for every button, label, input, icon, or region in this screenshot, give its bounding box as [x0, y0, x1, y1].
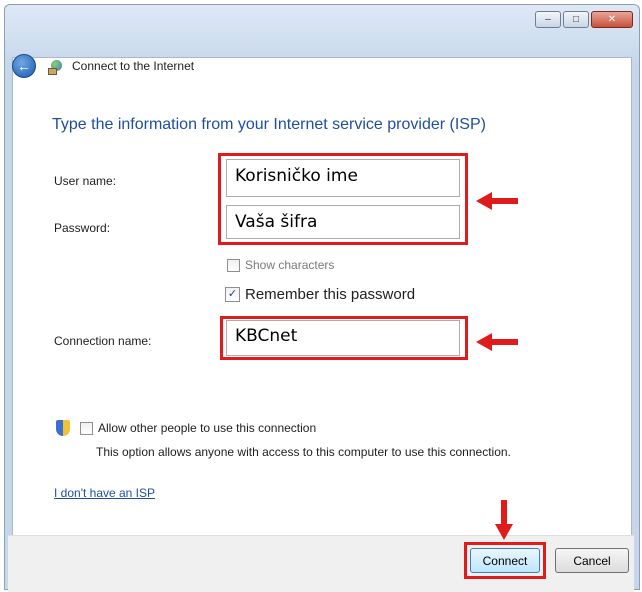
back-arrow-icon[interactable]: ← — [12, 54, 36, 78]
allow-others-checkbox[interactable]: Allow other people to use this connectio… — [80, 421, 316, 435]
annotation-arrow-left-icon — [476, 192, 518, 210]
checkbox-box-checked[interactable]: ✓ — [225, 287, 240, 302]
page-heading: Type the information from your Internet … — [52, 116, 486, 133]
network-icon — [48, 58, 64, 75]
annotation-arrow-left-icon — [476, 333, 518, 351]
show-characters-checkbox[interactable]: Show characters — [227, 258, 334, 272]
allow-others-description: This option allows anyone with access to… — [96, 445, 511, 459]
minimize-button[interactable]: – — [535, 11, 561, 28]
title-row: ← Connect to the Internet — [12, 54, 194, 78]
window-controls: – □ ✕ — [535, 11, 633, 28]
remember-password-checkbox[interactable]: ✓ Remember this password — [225, 286, 415, 303]
no-isp-link[interactable]: I don't have an ISP — [54, 486, 155, 500]
connection-name-label: Connection name: — [54, 334, 152, 348]
connect-button[interactable]: Connect — [470, 548, 540, 573]
dialog-title: Connect to the Internet — [72, 59, 195, 73]
checkbox-box[interactable] — [227, 258, 240, 272]
show-characters-label: Show characters — [245, 258, 335, 272]
close-button[interactable]: ✕ — [591, 11, 633, 28]
shield-icon — [56, 420, 70, 436]
password-label: Password: — [54, 221, 111, 235]
maximize-button[interactable]: □ — [563, 11, 589, 28]
cancel-button[interactable]: Cancel — [555, 548, 629, 573]
highlight-box-credentials — [218, 153, 468, 245]
user-name-label: User name: — [54, 174, 117, 188]
remember-password-label: Remember this password — [245, 286, 416, 303]
annotation-arrow-down-icon — [495, 500, 513, 540]
cable-icon — [48, 68, 57, 75]
checkbox-box[interactable] — [80, 421, 93, 435]
allow-others-label: Allow other people to use this connectio… — [98, 421, 317, 435]
highlight-box-connection-name — [220, 316, 468, 360]
